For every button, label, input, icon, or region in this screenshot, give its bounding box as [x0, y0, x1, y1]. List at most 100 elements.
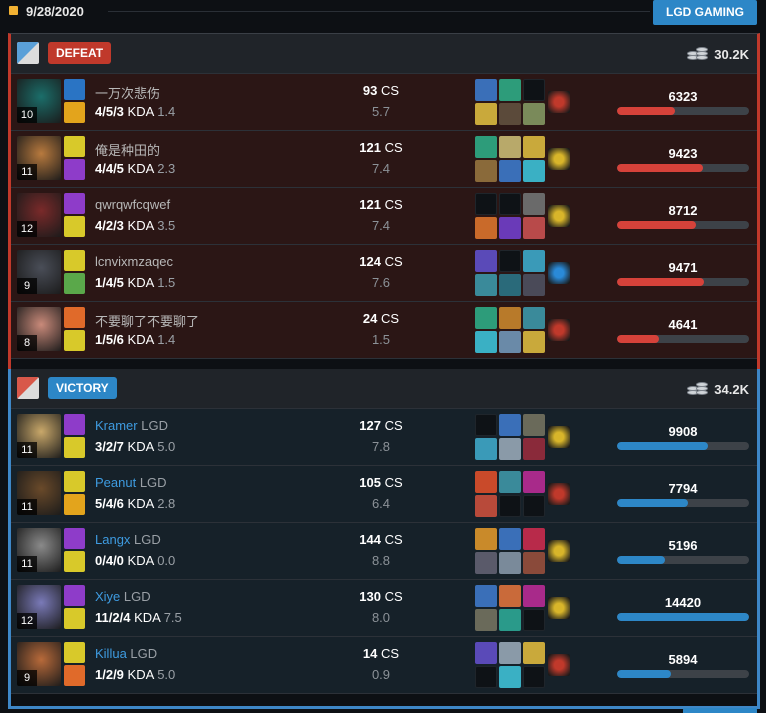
item-slot-icon[interactable]: [475, 217, 497, 239]
item-slot-icon[interactable]: [475, 136, 497, 158]
summoner-spell-icon[interactable]: [64, 159, 85, 180]
summoner-name[interactable]: Xiye: [95, 589, 120, 604]
item-slot-icon[interactable]: [523, 585, 545, 607]
player-name[interactable]: Kramer LGD: [95, 418, 168, 433]
item-slot-icon[interactable]: [475, 438, 497, 460]
item-slot-icon[interactable]: [475, 103, 497, 125]
item-slot-icon[interactable]: [475, 609, 497, 631]
player-name[interactable]: lcnvixmzaqec: [95, 254, 173, 269]
player-name[interactable]: Xiye LGD: [95, 589, 151, 604]
summoner-spell-icon[interactable]: [64, 551, 85, 572]
item-slot-icon[interactable]: [499, 103, 521, 125]
summoner-spell-icon[interactable]: [64, 608, 85, 629]
champion-portrait[interactable]: 12: [17, 585, 61, 629]
item-slot-icon[interactable]: [523, 217, 545, 239]
item-slot-icon[interactable]: [475, 495, 497, 517]
ward-trinket-icon[interactable]: [548, 540, 570, 562]
summoner-spell-icon[interactable]: [64, 585, 85, 606]
summoner-spell-icon[interactable]: [64, 330, 85, 351]
summoner-name[interactable]: 俺是种田的: [95, 143, 160, 158]
item-slot-icon[interactable]: [499, 331, 521, 353]
item-slot-icon[interactable]: [475, 414, 497, 436]
item-slot-icon[interactable]: [523, 642, 545, 664]
summoner-spell-icon[interactable]: [64, 102, 85, 123]
summoner-spell-icon[interactable]: [64, 79, 85, 100]
bottom-tab[interactable]: [683, 708, 757, 713]
item-slot-icon[interactable]: [475, 160, 497, 182]
player-row[interactable]: 11 Langx LGD 0/4/0 KDA 0.0 144 CS 8.8 5196: [11, 523, 757, 580]
champion-portrait[interactable]: 10: [17, 79, 61, 123]
item-slot-icon[interactable]: [499, 274, 521, 296]
summoner-spell-icon[interactable]: [64, 216, 85, 237]
item-slot-icon[interactable]: [475, 193, 497, 215]
player-row[interactable]: 12 Xiye LGD 11/2/4 KDA 7.5 130 CS 8.0 14420: [11, 580, 757, 637]
summoner-name[interactable]: qwrqwfcqwef: [95, 197, 170, 212]
item-slot-icon[interactable]: [499, 79, 521, 101]
item-slot-icon[interactable]: [499, 307, 521, 329]
team-button[interactable]: LGD GAMING: [653, 0, 757, 25]
player-name[interactable]: 俺是种田的: [95, 140, 160, 159]
item-slot-icon[interactable]: [499, 471, 521, 493]
summoner-name[interactable]: 不要聊了不要聊了: [95, 314, 199, 329]
item-slot-icon[interactable]: [499, 160, 521, 182]
player-name[interactable]: 一万次悲伤: [95, 83, 160, 102]
item-slot-icon[interactable]: [499, 642, 521, 664]
player-name[interactable]: qwrqwfcqwef: [95, 197, 170, 212]
item-slot-icon[interactable]: [499, 193, 521, 215]
item-slot-icon[interactable]: [475, 528, 497, 550]
item-slot-icon[interactable]: [499, 609, 521, 631]
player-name[interactable]: Langx LGD: [95, 532, 161, 547]
summoner-name[interactable]: Kramer: [95, 418, 138, 433]
item-slot-icon[interactable]: [475, 250, 497, 272]
champion-portrait[interactable]: 8: [17, 307, 61, 351]
player-row[interactable]: 11 Kramer LGD 3/2/7 KDA 5.0 127 CS 7.8 9908: [11, 409, 757, 466]
summoner-spell-icon[interactable]: [64, 642, 85, 663]
ward-trinket-icon[interactable]: [548, 262, 570, 284]
ward-trinket-icon[interactable]: [548, 205, 570, 227]
item-slot-icon[interactable]: [499, 414, 521, 436]
summoner-spell-icon[interactable]: [64, 193, 85, 214]
item-slot-icon[interactable]: [523, 193, 545, 215]
summoner-spell-icon[interactable]: [64, 437, 85, 458]
item-slot-icon[interactable]: [523, 666, 545, 688]
item-slot-icon[interactable]: [523, 307, 545, 329]
item-slot-icon[interactable]: [523, 414, 545, 436]
player-name[interactable]: Peanut LGD: [95, 475, 167, 490]
item-slot-icon[interactable]: [523, 136, 545, 158]
champion-portrait[interactable]: 9: [17, 642, 61, 686]
player-row[interactable]: 10 一万次悲伤 4/5/3 KDA 1.4 93 CS 5.7 6323: [11, 74, 757, 131]
item-slot-icon[interactable]: [523, 103, 545, 125]
player-row[interactable]: 9 lcnvixmzaqec 1/4/5 KDA 1.5 124 CS 7.6 9471: [11, 245, 757, 302]
ward-trinket-icon[interactable]: [548, 597, 570, 619]
item-slot-icon[interactable]: [523, 609, 545, 631]
summoner-name[interactable]: lcnvixmzaqec: [95, 254, 173, 269]
summoner-spell-icon[interactable]: [64, 273, 85, 294]
item-slot-icon[interactable]: [475, 666, 497, 688]
item-slot-icon[interactable]: [475, 307, 497, 329]
item-slot-icon[interactable]: [499, 250, 521, 272]
item-slot-icon[interactable]: [499, 438, 521, 460]
item-slot-icon[interactable]: [475, 585, 497, 607]
champion-portrait[interactable]: 11: [17, 136, 61, 180]
item-slot-icon[interactable]: [523, 438, 545, 460]
summoner-spell-icon[interactable]: [64, 471, 85, 492]
player-row[interactable]: 8 不要聊了不要聊了 1/5/6 KDA 1.4 24 CS 1.5 4641: [11, 302, 757, 359]
player-name[interactable]: 不要聊了不要聊了: [95, 311, 199, 330]
player-name[interactable]: Killua LGD: [95, 646, 157, 661]
summoner-spell-icon[interactable]: [64, 494, 85, 515]
item-slot-icon[interactable]: [523, 250, 545, 272]
item-slot-icon[interactable]: [475, 642, 497, 664]
summoner-name[interactable]: Killua: [95, 646, 127, 661]
champion-portrait[interactable]: 9: [17, 250, 61, 294]
ward-trinket-icon[interactable]: [548, 91, 570, 113]
ward-trinket-icon[interactable]: [548, 148, 570, 170]
summoner-name[interactable]: Langx: [95, 532, 130, 547]
item-slot-icon[interactable]: [475, 471, 497, 493]
summoner-spell-icon[interactable]: [64, 136, 85, 157]
champion-portrait[interactable]: 11: [17, 414, 61, 458]
summoner-spell-icon[interactable]: [64, 250, 85, 271]
summoner-spell-icon[interactable]: [64, 414, 85, 435]
summoner-name[interactable]: Peanut: [95, 475, 136, 490]
champion-portrait[interactable]: 11: [17, 471, 61, 515]
item-slot-icon[interactable]: [523, 79, 545, 101]
